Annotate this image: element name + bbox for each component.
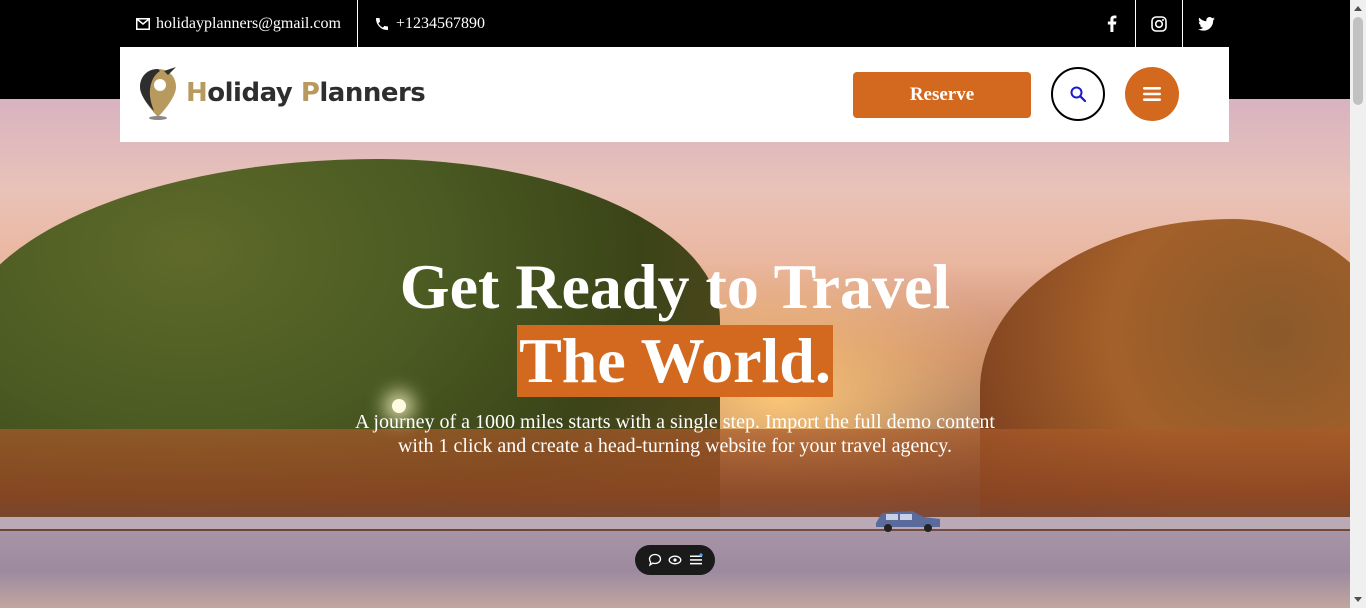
- hero-road-rail: [0, 517, 1350, 529]
- instagram-link[interactable]: [1135, 0, 1182, 47]
- instagram-icon: [1151, 15, 1167, 32]
- twitter-link[interactable]: [1182, 0, 1229, 47]
- map-pin-logo-icon: [140, 67, 176, 120]
- menu-button[interactable]: [1125, 67, 1179, 121]
- twitter-icon: [1197, 16, 1215, 31]
- site-logo[interactable]: Holiday Planners: [138, 65, 426, 121]
- page-scrollbar[interactable]: [1350, 0, 1366, 608]
- eye-icon[interactable]: [668, 553, 682, 567]
- logo-word2: lanners: [319, 78, 426, 108]
- search-button[interactable]: [1051, 67, 1105, 121]
- floating-toolbar: [635, 545, 715, 575]
- scroll-down-arrow[interactable]: [1350, 592, 1366, 608]
- facebook-icon: [1107, 15, 1116, 32]
- site-header: Holiday Planners Reserve: [120, 47, 1229, 142]
- mail-icon: [136, 17, 150, 30]
- search-icon: [1070, 86, 1086, 102]
- facebook-link[interactable]: [1088, 0, 1135, 47]
- phone-icon: [375, 17, 388, 30]
- contact-phone[interactable]: +1234567890: [358, 0, 501, 47]
- logo-letter-h: H: [186, 78, 208, 108]
- email-text: holidayplanners@gmail.com: [156, 14, 341, 32]
- hero-title-highlight: The World.: [517, 325, 833, 397]
- site-logo-text: Holiday Planners: [186, 78, 426, 108]
- hero-subtitle: A journey of a 1000 miles starts with a …: [355, 411, 995, 457]
- social-links: [1088, 0, 1229, 47]
- hamburger-menu-icon: [1143, 87, 1161, 101]
- phone-text: +1234567890: [395, 14, 485, 32]
- scroll-thumb[interactable]: [1353, 17, 1363, 105]
- scroll-up-arrow[interactable]: [1350, 0, 1366, 16]
- chat-bubble-icon[interactable]: [648, 553, 662, 567]
- hero-title-line2-wrap: The World.: [0, 325, 1350, 397]
- logo-word1: oliday: [207, 78, 301, 108]
- hero-title: Get Ready to Travel: [399, 251, 951, 322]
- list-icon[interactable]: [689, 553, 703, 567]
- topbar-inner: holidayplanners@gmail.com +1234567890: [120, 0, 1229, 47]
- car-icon: [876, 511, 940, 532]
- contact-email[interactable]: holidayplanners@gmail.com: [120, 0, 358, 47]
- reserve-button[interactable]: Reserve: [853, 72, 1031, 118]
- logo-letter-p: P: [300, 78, 320, 108]
